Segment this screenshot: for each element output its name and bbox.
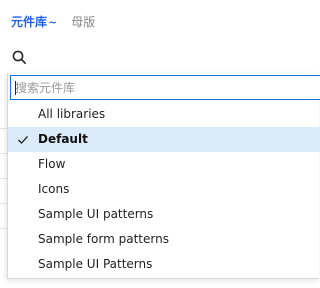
library-option-label: Icons bbox=[38, 182, 70, 196]
library-option-sample-ui-patterns-2[interactable]: Sample UI Patterns bbox=[8, 252, 320, 277]
library-option-flow[interactable]: Flow bbox=[8, 152, 320, 177]
text-caret bbox=[15, 81, 16, 95]
library-option-label: Default bbox=[38, 132, 88, 146]
library-option-icons[interactable]: Icons bbox=[8, 177, 320, 202]
tab-libraries-label: 元件库 bbox=[11, 14, 48, 29]
library-option-label: All libraries bbox=[38, 107, 106, 121]
tab-masters[interactable]: 母版 bbox=[71, 12, 95, 32]
library-panel: 元件库~ 母版 All libraries Default bbox=[0, 0, 320, 288]
library-option-label: Sample UI patterns bbox=[38, 207, 154, 221]
library-search-box bbox=[10, 75, 320, 100]
library-option-label: Sample form patterns bbox=[38, 232, 169, 246]
library-option-label: Sample UI Patterns bbox=[38, 257, 153, 271]
library-search-input[interactable] bbox=[11, 76, 320, 99]
search-icon[interactable] bbox=[10, 48, 30, 68]
panel-tabs: 元件库~ 母版 bbox=[11, 12, 95, 32]
tab-libraries[interactable]: 元件库~ bbox=[11, 12, 57, 33]
library-dropdown: All libraries Default Flow Icons Sample … bbox=[7, 73, 320, 279]
library-option-label: Flow bbox=[38, 157, 66, 171]
chevron-down-icon: ~ bbox=[48, 15, 58, 29]
library-list: All libraries Default Flow Icons Sample … bbox=[8, 102, 320, 277]
checkmark-icon bbox=[16, 127, 30, 152]
library-option-sample-form-patterns[interactable]: Sample form patterns bbox=[8, 227, 320, 252]
library-option-sample-ui-patterns[interactable]: Sample UI patterns bbox=[8, 202, 320, 227]
library-option-default[interactable]: Default bbox=[8, 127, 320, 152]
library-option-all-libraries[interactable]: All libraries bbox=[8, 102, 320, 127]
